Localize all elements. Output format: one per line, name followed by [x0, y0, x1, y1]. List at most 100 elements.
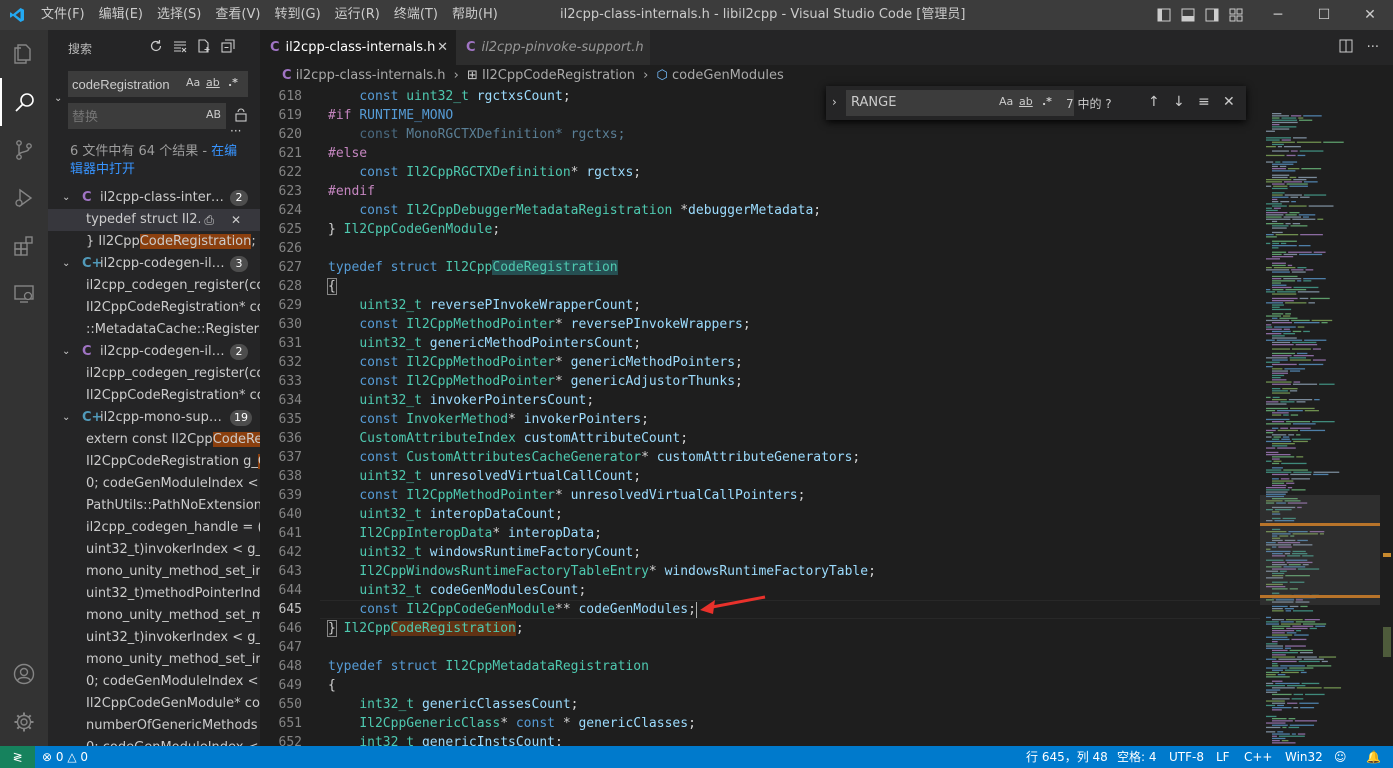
search-result-match[interactable]: mono_unity_method_set_inv... [48, 561, 260, 583]
search-result-match[interactable]: ::MetadataCache::Register(c... [48, 319, 260, 341]
find-in-selection-icon[interactable]: ≡ [1198, 94, 1210, 110]
language-mode[interactable]: C++ [1244, 746, 1273, 768]
search-result-match[interactable]: uint32_t)invokerIndex < g_C... [48, 627, 260, 649]
problems-indicator[interactable]: ⊗ 0 △ 0 [42, 746, 88, 768]
use-regex-icon[interactable]: .* [228, 76, 238, 89]
next-match-icon[interactable]: ↓ [1173, 94, 1185, 110]
minimap-code-mark [1266, 267, 1272, 269]
cursor-position[interactable]: 行 645，列 48 [1026, 746, 1108, 768]
breadcrumb-file[interactable]: il2cpp-class-internals.h [296, 68, 446, 83]
search-result-match[interactable]: Il2CppCodeRegistration* co... [48, 385, 260, 407]
vertical-scrollbar[interactable] [1380, 87, 1393, 746]
search-icon[interactable] [0, 78, 48, 126]
tab-il2cpp-class-internals[interactable]: Cil2cpp-class-internals.h ✕ [260, 30, 456, 65]
source-control-icon[interactable] [0, 126, 48, 174]
menu-help[interactable]: 帮助(H) [445, 0, 505, 30]
end-of-line[interactable]: LF [1216, 746, 1230, 768]
remote-indicator-icon[interactable]: ≷ [0, 746, 35, 768]
toggle-primary-sidebar-icon[interactable] [1156, 7, 1172, 23]
search-result-match[interactable]: typedef struct Il2... ⎙ ✕ [48, 209, 260, 231]
menu-terminal[interactable]: 终端(T) [387, 0, 445, 30]
search-result-match[interactable]: il2cpp_codegen_handle = (v... [48, 517, 260, 539]
search-result-match[interactable]: il2cpp_codegen_register(con... [48, 363, 260, 385]
search-result-file[interactable]: ⌄ Cil2cpp-codegen-il2c... 2 [48, 341, 260, 363]
notifications-bell-icon[interactable]: 🔔 [1366, 746, 1381, 768]
minimize-icon[interactable]: ─ [1255, 0, 1301, 30]
remote-explorer-icon[interactable] [0, 270, 48, 318]
collapse-all-icon[interactable] [220, 38, 236, 54]
new-search-editor-icon[interactable] [196, 38, 212, 54]
use-regex-icon[interactable]: .* [1042, 95, 1052, 108]
match-case-icon[interactable]: Aa [999, 95, 1013, 108]
line-number: 636 [278, 431, 302, 446]
menu-edit[interactable]: 编辑(E) [92, 0, 150, 30]
minimap-code-mark [1303, 181, 1318, 183]
search-result-match[interactable]: il2cpp_codegen_register(con... [48, 275, 260, 297]
minimap-viewport[interactable] [1260, 495, 1380, 605]
replace-match-icon[interactable]: ⎙ [200, 209, 218, 231]
search-result-file[interactable]: ⌄ Cil2cpp-class-internal... 2 [48, 187, 260, 209]
preserve-case-icon[interactable]: AB [206, 108, 221, 121]
match-case-icon[interactable]: Aa [186, 76, 200, 89]
code-editor[interactable]: 618 const uint32_t rgctxsCount; 619 #if RU… [260, 87, 1260, 746]
minimap[interactable] [1260, 87, 1380, 746]
search-input[interactable] [68, 71, 178, 97]
search-result-match[interactable]: extern const Il2CppCodeReg... [48, 429, 260, 451]
toggle-replace-chevron-icon[interactable]: › [832, 95, 837, 109]
breadcrumb-struct[interactable]: Il2CppCodeRegistration [482, 68, 635, 83]
search-result-match[interactable]: Il2CppCodeRegistration* co... [48, 297, 260, 319]
search-result-match[interactable]: 0; codeGenModuleIndex < g... [48, 671, 260, 693]
match-whole-word-icon[interactable]: ab [1019, 95, 1033, 108]
previous-match-icon[interactable]: ↑ [1148, 94, 1160, 110]
search-result-match[interactable]: numberOfGenericMethods ... [48, 715, 260, 737]
menu-run[interactable]: 运行(R) [328, 0, 387, 30]
indentation[interactable]: 空格: 4 [1117, 746, 1157, 768]
dismiss-match-icon[interactable]: ✕ [227, 209, 244, 231]
search-result-match[interactable]: uint32_t)methodPointerInde... [48, 583, 260, 605]
search-result-match[interactable]: 0; codeGenModuleIndex < g... [48, 737, 260, 746]
find-input[interactable]: RANGE [846, 90, 1074, 116]
match-prefix: 0; codeGenModuleIndex < g... [86, 674, 260, 689]
run-debug-icon[interactable] [0, 174, 48, 222]
search-result-match[interactable]: } Il2CppCodeRegistration; [48, 231, 260, 253]
split-editor-icon[interactable] [1339, 39, 1353, 57]
menu-file[interactable]: 文件(F) [34, 0, 92, 30]
search-result-file[interactable]: ⌄ C+ il2cpp-codegen-il2c... 3 [48, 253, 260, 275]
more-actions-icon[interactable]: ··· [1367, 40, 1379, 55]
toggle-secondary-sidebar-icon[interactable] [1204, 7, 1220, 23]
close-find-icon[interactable]: ✕ [1223, 94, 1235, 110]
breadcrumb-field[interactable]: codeGenModules [672, 68, 784, 83]
search-result-match[interactable]: Il2CppCodeRegistration g_C... [48, 451, 260, 473]
minimap-code-mark [1266, 432, 1274, 434]
search-result-match[interactable]: Il2CppCodeGenModule* co... [48, 693, 260, 715]
encoding[interactable]: UTF-8 [1169, 746, 1204, 768]
refresh-icon[interactable] [148, 38, 164, 54]
customize-layout-icon[interactable] [1228, 7, 1244, 23]
toggle-search-details-icon[interactable]: ··· [230, 124, 241, 138]
search-result-match[interactable]: 0; codeGenModuleIndex < g... [48, 473, 260, 495]
search-result-match[interactable]: PathUtils::PathNoExtension(... [48, 495, 260, 517]
extensions-icon[interactable] [0, 222, 48, 270]
toggle-replace-chevron-icon[interactable]: ⌄ [54, 93, 62, 104]
account-icon[interactable] [0, 650, 48, 698]
menu-selection[interactable]: 选择(S) [150, 0, 208, 30]
clear-results-icon[interactable] [172, 38, 188, 54]
maximize-icon[interactable]: ☐ [1301, 0, 1347, 30]
match-whole-word-icon[interactable]: ab [206, 76, 220, 89]
feedback-icon[interactable]: ☺ [1334, 746, 1347, 768]
platform[interactable]: Win32 [1285, 746, 1323, 768]
close-tab-icon[interactable]: ✕ [437, 30, 448, 65]
toggle-panel-icon[interactable] [1180, 7, 1196, 23]
search-result-match[interactable]: mono_unity_method_set_inv... [48, 649, 260, 671]
close-window-icon[interactable]: ✕ [1347, 0, 1393, 30]
search-result-match[interactable]: uint32_t)invokerIndex < g_C... [48, 539, 260, 561]
search-result-match[interactable]: mono_unity_method_set_me... [48, 605, 260, 627]
menu-view[interactable]: 查看(V) [208, 0, 267, 30]
tab-il2cpp-pinvoke-support[interactable]: Cil2cpp-pinvoke-support.h [456, 30, 650, 65]
minimap-code-mark [1266, 179, 1292, 181]
explorer-icon[interactable] [0, 30, 48, 78]
search-result-file[interactable]: ⌄ C+ il2cpp-mono-suppo... 19 [48, 407, 260, 429]
menu-go[interactable]: 转到(G) [267, 0, 327, 30]
settings-gear-icon[interactable] [0, 698, 48, 746]
replace-input[interactable] [68, 103, 188, 129]
